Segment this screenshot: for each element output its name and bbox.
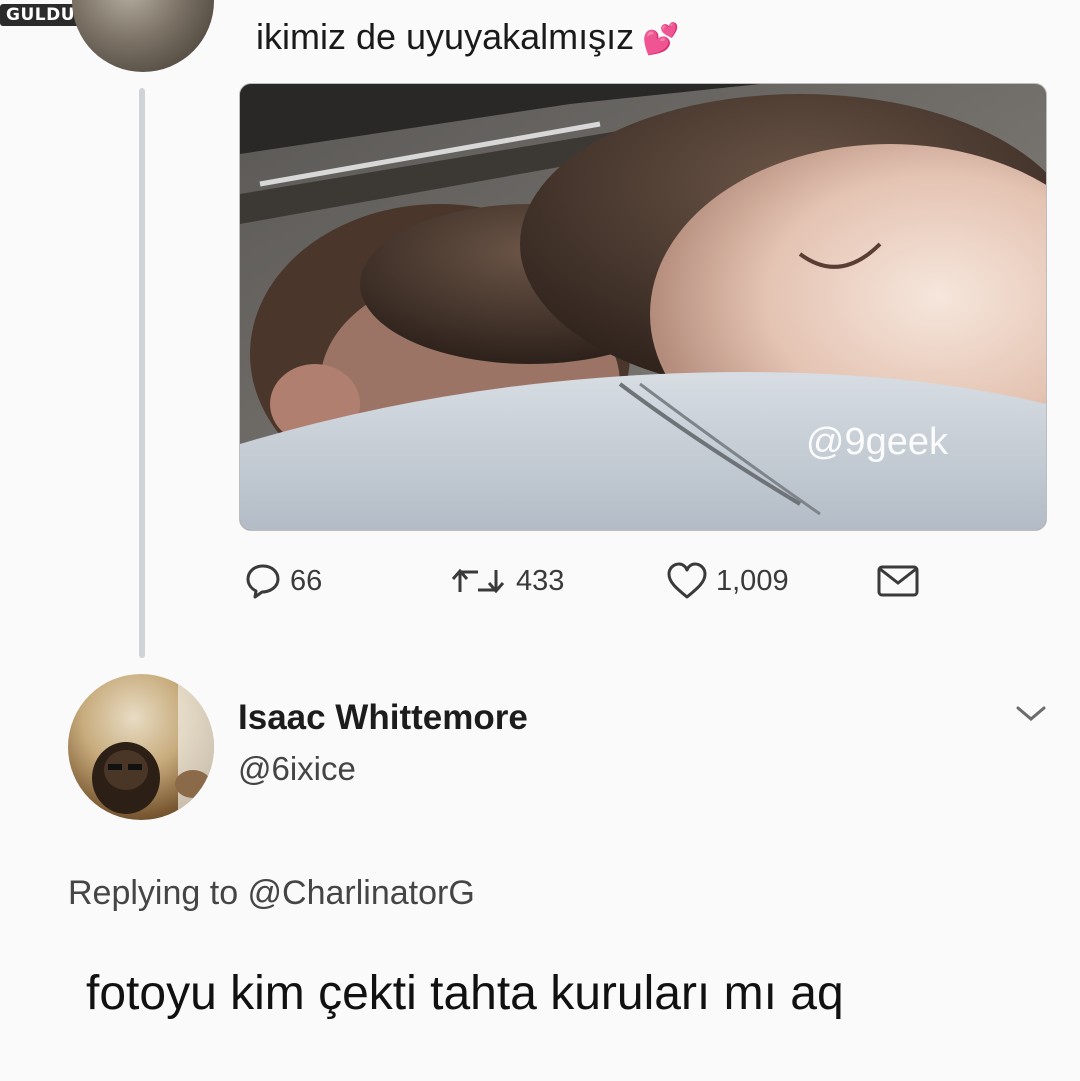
message-icon (877, 565, 919, 597)
reply-action[interactable]: 66 (244, 562, 322, 600)
message-action[interactable] (876, 562, 920, 600)
tweet-actions: 66 433 1,009 (0, 562, 1080, 612)
like-count: 1,009 (716, 564, 789, 597)
retweet-count: 433 (516, 564, 565, 597)
tweet-text: ikimiz de uyuyakalmışız 💕 (256, 16, 679, 58)
two-hearts-emoji: 💕 (642, 23, 680, 56)
like-action[interactable]: 1,009 (666, 562, 789, 600)
image-watermark: @9geek (805, 421, 948, 463)
retweet-action[interactable]: 433 (448, 562, 564, 600)
reply-author-handle[interactable]: @6ixice (238, 750, 356, 788)
reply-count: 66 (290, 564, 323, 597)
reply-icon (246, 564, 280, 599)
reply-author-avatar[interactable] (68, 674, 214, 820)
avatar-photo (92, 674, 214, 820)
like-icon (667, 562, 707, 599)
chevron-down-icon[interactable] (1014, 702, 1048, 724)
replying-to-label[interactable]: Replying to @CharlinatorG (68, 874, 475, 913)
tweet-text-content: ikimiz de uyuyakalmışız (256, 16, 635, 57)
original-poster-avatar[interactable] (72, 0, 214, 72)
tweet-photo[interactable]: @9geek (239, 83, 1047, 531)
reply-text: fotoyu kim çekti tahta kuruları mı aq (86, 967, 844, 1020)
reply-author-name[interactable]: Isaac Whittemore (238, 698, 528, 738)
retweet-icon (451, 568, 505, 594)
